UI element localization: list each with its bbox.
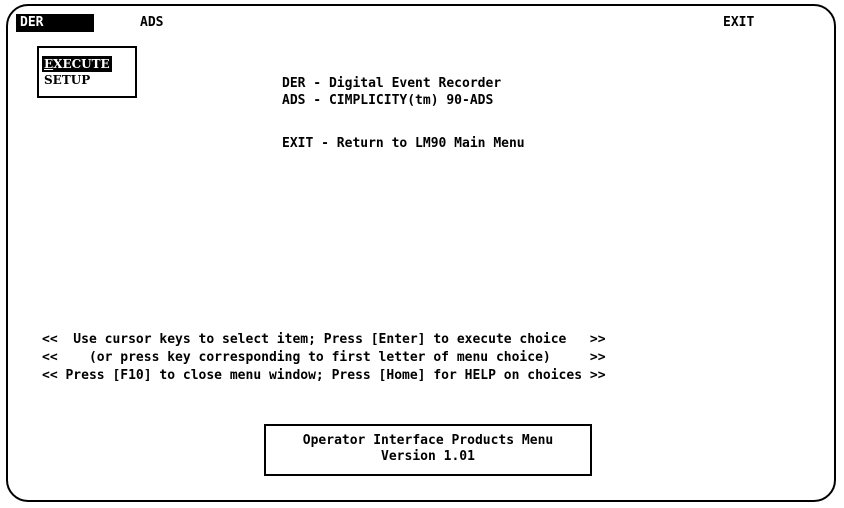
execute-hotkey: E [44,57,54,71]
info-box-version: Version 1.01 [381,449,475,464]
menu-der[interactable]: DER [16,14,94,32]
execute-label-rest: XECUTE [53,57,110,71]
dropdown-item-setup[interactable]: SETUP [42,72,92,88]
description-ads: ADS - CIMPLICITY(tm) 90-ADS [282,93,494,108]
help-line-hotkey: << (or press key corresponding to first … [42,350,606,365]
der-dropdown-menu: EXECUTE SETUP [37,46,137,98]
menu-ads[interactable]: ADS [136,14,167,32]
menu-exit[interactable]: EXIT [719,14,758,32]
dropdown-item-execute[interactable]: EXECUTE [42,56,112,72]
description-der: DER - Digital Event Recorder [282,76,502,91]
menu-bar: DER ADS EXIT [16,14,826,32]
info-box-title: Operator Interface Products Menu [302,433,554,448]
help-line-close: << Press [F10] to close menu window; Pre… [42,368,606,383]
info-box: Operator Interface Products Menu Version… [264,424,592,476]
description-exit: EXIT - Return to LM90 Main Menu [282,136,525,151]
help-line-cursor: << Use cursor keys to select item; Press… [42,332,606,347]
